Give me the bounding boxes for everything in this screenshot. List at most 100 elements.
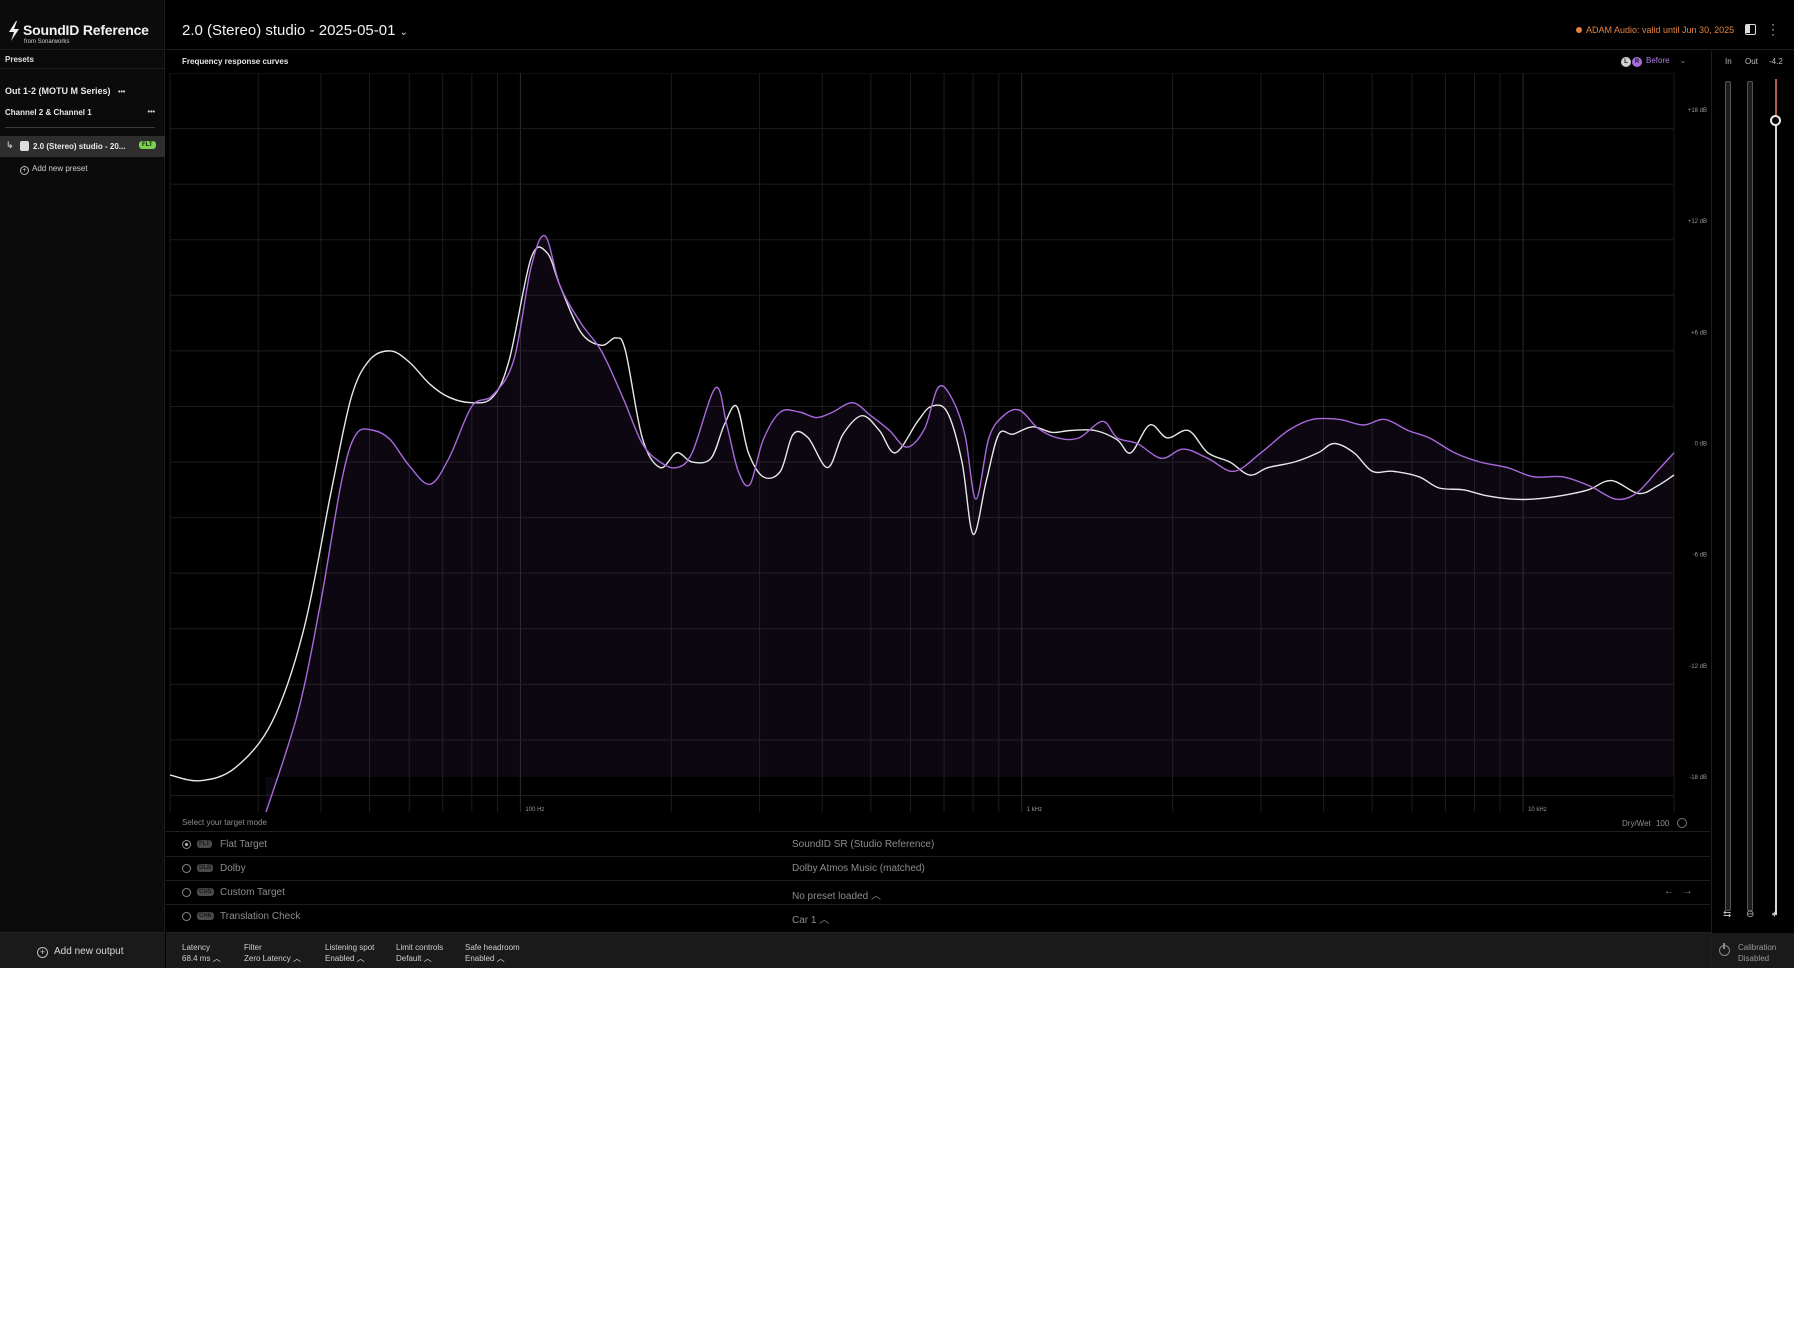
latency-label: Latency xyxy=(182,943,211,952)
dry-wet-label: Dry/Wet xyxy=(1622,819,1651,828)
frequency-response-chart[interactable]: +18 dB+12 dB+6 dB0 dB-6 dB-12 dB-18 dB 1… xyxy=(166,73,1710,812)
add-icon: + xyxy=(37,947,48,958)
custom-target-value[interactable]: No preset loaded ︿ xyxy=(792,887,881,902)
y-tick-label: -18 dB xyxy=(1689,775,1707,781)
add-output-button[interactable]: + Add new output xyxy=(0,932,165,968)
filter-label: Filter xyxy=(244,943,262,952)
chevron-down-icon: ⌄ xyxy=(399,27,408,38)
listening-spot-label: Listening spot xyxy=(325,943,375,952)
custom-target-value-text: No preset loaded xyxy=(792,891,869,902)
dolby-code: DLB xyxy=(197,864,214,872)
latency-value: 68.4 ms xyxy=(182,954,211,963)
y-tick-label: +12 dB xyxy=(1688,219,1707,225)
preset-item[interactable]: ↳ 2.0 (Stereo) studio - 20... FLT xyxy=(0,136,165,157)
custom-target-nav: ← → xyxy=(1664,886,1692,897)
listening-spot-value: Enabled xyxy=(325,954,355,963)
y-tick-label: +18 dB xyxy=(1688,108,1707,114)
safe-headroom-control[interactable]: Safe headroom Enabled ︿ xyxy=(465,942,520,964)
status-bar: Latency 68.4 ms ︿ Filter Zero Latency ︿ … xyxy=(166,932,1711,968)
next-arrow-icon[interactable]: → xyxy=(1682,886,1692,897)
target-mode-panel: Select your target mode Dry/Wet 100 FLT … xyxy=(166,812,1710,932)
dolby-radio[interactable] xyxy=(182,864,191,873)
license-text: ADAM Audio: valid until Jun 30, 2025 xyxy=(1586,25,1735,35)
add-preset-button[interactable]: + Add new preset xyxy=(20,164,88,175)
app-name: SoundID Reference xyxy=(23,22,149,38)
channel-more-icon[interactable]: ••• xyxy=(148,109,155,116)
app-window: SoundID Reference from Sonarworks Preset… xyxy=(0,0,1794,968)
panel-toggle-icon[interactable] xyxy=(1745,24,1756,35)
preset-file-icon xyxy=(20,141,29,151)
channel-right-icon: R xyxy=(1632,57,1642,67)
power-icon xyxy=(1719,943,1730,956)
translation-check-code: CHK xyxy=(197,912,214,920)
chevron-up-icon: ︿ xyxy=(423,954,432,963)
preset-title: 2.0 (Stereo) studio - 2025-05-01 xyxy=(182,22,396,39)
volume-value: -4.2 xyxy=(1769,57,1783,66)
volume-slider-track[interactable] xyxy=(1775,79,1777,915)
channel-item[interactable]: Channel 2 & Channel 1 ••• xyxy=(5,108,155,128)
y-tick-label: 0 dB xyxy=(1695,442,1707,448)
target-row-dolby[interactable]: DLB Dolby Dolby Atmos Music (matched) xyxy=(166,857,1710,881)
chevron-up-icon: ︿ xyxy=(356,954,365,963)
license-status[interactable]: ADAM Audio: valid until Jun 30, 2025 xyxy=(1576,25,1734,35)
presets-section-title: Presets xyxy=(0,49,165,69)
chevron-up-icon: ︿ xyxy=(819,915,830,926)
chart-y-ticks: +18 dB +12 dB +6 dB 0 dB -6 dB -12 dB -18 dB xyxy=(1688,108,1707,781)
volume-slider-knob[interactable] xyxy=(1770,115,1781,126)
preset-item-label: 2.0 (Stereo) studio - 20... xyxy=(33,142,126,151)
app-subtitle: from Sonarworks xyxy=(24,39,70,45)
calibration-toggle[interactable]: Calibration Disabled xyxy=(1712,933,1794,968)
prev-arrow-icon[interactable]: ← xyxy=(1664,886,1674,897)
listening-spot-control[interactable]: Listening spot Enabled ︿ xyxy=(325,942,374,964)
chart-title: Frequency response curves xyxy=(182,57,289,66)
flat-target-code: FLT xyxy=(197,840,212,848)
preset-mode-badge: FLT xyxy=(139,141,156,149)
chevron-up-icon: ︿ xyxy=(292,954,301,963)
target-row-flat[interactable]: FLT Flat Target SoundID SR (Studio Refer… xyxy=(166,833,1710,857)
translation-check-radio[interactable] xyxy=(182,912,191,921)
custom-target-code: CUS xyxy=(197,888,214,896)
dolby-value[interactable]: Dolby Atmos Music (matched) xyxy=(792,863,925,874)
y-tick-label: +6 dB xyxy=(1691,330,1707,336)
translation-check-name: Translation Check xyxy=(220,911,301,922)
channel-label: Channel 2 & Channel 1 xyxy=(5,108,92,117)
output-label: Out 1-2 (MOTU M Series) xyxy=(5,86,111,96)
target-row-custom[interactable]: CUS Custom Target No preset loaded ︿ ← → xyxy=(166,881,1710,905)
output-more-icon[interactable]: ••• xyxy=(118,89,125,96)
custom-target-radio[interactable] xyxy=(182,888,191,897)
before-after-toggle[interactable]: L R Before ⌄ xyxy=(1621,56,1686,67)
latency-control[interactable]: Latency 68.4 ms ︿ xyxy=(182,942,221,964)
safe-headroom-label: Safe headroom xyxy=(465,943,520,952)
mono-icon[interactable]: ⊖ xyxy=(1746,909,1754,920)
filter-control[interactable]: Filter Zero Latency ︿ xyxy=(244,942,301,964)
status-dot-icon xyxy=(1576,27,1582,33)
target-row-translation[interactable]: CHK Translation Check Car 1 ︿ xyxy=(166,905,1710,929)
in-meter xyxy=(1725,81,1731,911)
dry-wet-control[interactable]: Dry/Wet 100 xyxy=(1622,818,1688,828)
flat-target-radio[interactable] xyxy=(182,840,191,849)
y-tick-label: -6 dB xyxy=(1693,553,1707,559)
add-output-label: Add new output xyxy=(54,946,124,957)
translation-check-value[interactable]: Car 1 ︿ xyxy=(792,911,829,926)
flat-target-value[interactable]: SoundID SR (Studio Reference) xyxy=(792,839,934,850)
dry-wet-value: 100 xyxy=(1655,819,1670,828)
speaker-icon[interactable]: 🔈︎ xyxy=(1772,909,1778,920)
target-mode-header: Select your target mode Dry/Wet 100 xyxy=(166,812,1710,832)
soundid-logo-icon xyxy=(9,21,19,41)
output-item[interactable]: Out 1-2 (MOTU M Series) ••• xyxy=(5,86,125,96)
dry-wet-knob-icon[interactable] xyxy=(1677,818,1688,828)
in-meter-label: In xyxy=(1725,57,1732,66)
out-meter-label: Out xyxy=(1745,57,1758,66)
top-bar: 2.0 (Stereo) studio - 2025-05-01 ⌄ ADAM A… xyxy=(166,0,1794,50)
limit-controls-value: Default xyxy=(396,954,422,963)
sub-arrow-icon: ↳ xyxy=(6,140,14,150)
limit-controls-control[interactable]: Limit controls Default ︿ xyxy=(396,942,443,964)
custom-target-name: Custom Target xyxy=(220,887,285,898)
preset-title-dropdown[interactable]: 2.0 (Stereo) studio - 2025-05-01 ⌄ xyxy=(182,22,408,39)
more-menu-icon[interactable]: · · · xyxy=(1770,18,1776,40)
swap-channels-icon[interactable]: ⇆ xyxy=(1723,909,1731,920)
meters-panel: In Out -4.2 ⇆ ⊖ 🔈︎ Calibration Disabled xyxy=(1711,51,1794,968)
calibration-state: Disabled xyxy=(1738,954,1770,963)
limit-controls-label: Limit controls xyxy=(396,943,444,952)
chart-header: Frequency response curves L R Before ⌄ xyxy=(166,51,1710,73)
